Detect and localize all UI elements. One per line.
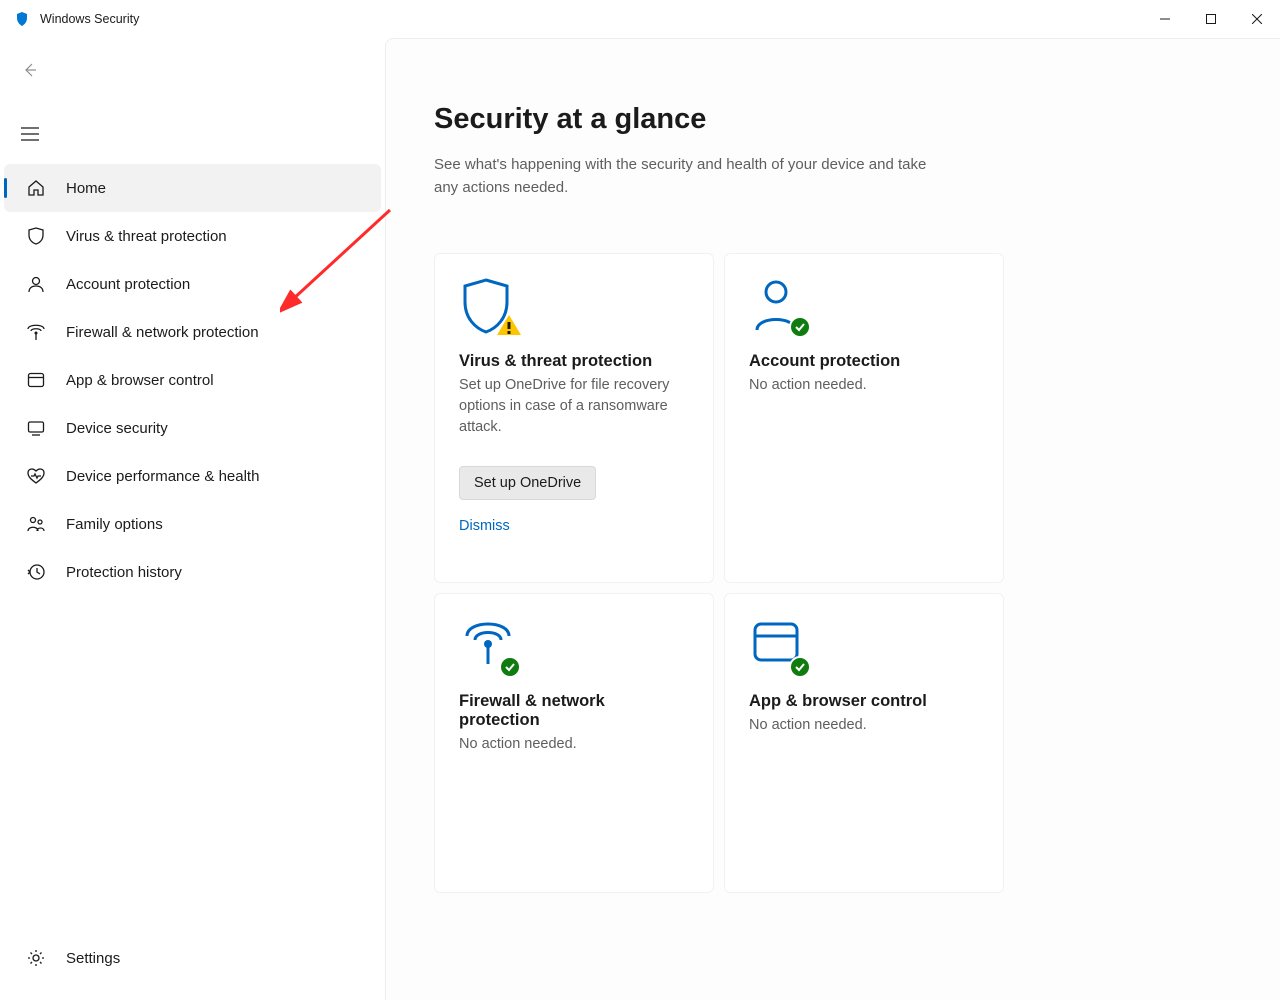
heartbeat-icon — [26, 466, 46, 486]
shield-icon — [26, 226, 46, 246]
sidebar-item-label: Account protection — [66, 276, 190, 293]
sidebar-item-label: Firewall & network protection — [66, 324, 259, 341]
account-icon — [26, 274, 46, 294]
sidebar-item-firewall[interactable]: Firewall & network protection — [4, 308, 381, 356]
titlebar: Windows Security — [0, 0, 1280, 38]
page-subtitle: See what's happening with the security a… — [434, 154, 934, 199]
card-title: Account protection — [749, 352, 979, 371]
back-button[interactable] — [10, 50, 50, 90]
sidebar-item-label: Home — [66, 180, 106, 197]
sidebar-item-label: Settings — [66, 950, 120, 967]
main-content: Security at a glance See what's happenin… — [385, 38, 1280, 1000]
network-icon — [26, 322, 46, 342]
card-account-protection[interactable]: Account protection No action needed. — [724, 253, 1004, 583]
card-firewall[interactable]: Firewall & network protection No action … — [434, 593, 714, 893]
gear-icon — [26, 948, 46, 968]
minimize-button[interactable] — [1142, 0, 1188, 37]
app-shield-icon — [14, 11, 30, 27]
shield-warning-icon — [459, 276, 517, 334]
card-body: No action needed. — [749, 715, 979, 736]
card-title: Firewall & network protection — [459, 692, 689, 730]
page-title: Security at a glance — [434, 103, 1280, 136]
window-title: Windows Security — [40, 12, 139, 26]
card-body: No action needed. — [459, 734, 689, 755]
setup-onedrive-button[interactable]: Set up OneDrive — [459, 466, 596, 500]
card-title: App & browser control — [749, 692, 979, 711]
browser-icon — [26, 370, 46, 390]
device-icon — [26, 418, 46, 438]
sidebar-item-family[interactable]: Family options — [4, 500, 381, 548]
account-ok-icon — [749, 276, 807, 334]
sidebar-item-account[interactable]: Account protection — [4, 260, 381, 308]
home-icon — [26, 178, 46, 198]
sidebar: Home Virus & threat protection Account p… — [0, 38, 385, 1000]
window-controls — [1142, 0, 1280, 37]
sidebar-item-virus[interactable]: Virus & threat protection — [4, 212, 381, 260]
sidebar-item-history[interactable]: Protection history — [4, 548, 381, 596]
sidebar-item-label: Protection history — [66, 564, 182, 581]
card-virus-threat[interactable]: Virus & threat protection Set up OneDriv… — [434, 253, 714, 583]
card-app-browser[interactable]: App & browser control No action needed. — [724, 593, 1004, 893]
sidebar-item-label: Virus & threat protection — [66, 228, 227, 245]
dismiss-link[interactable]: Dismiss — [459, 518, 689, 534]
sidebar-item-settings[interactable]: Settings — [4, 934, 381, 982]
browser-ok-icon — [749, 616, 807, 674]
sidebar-item-apps[interactable]: App & browser control — [4, 356, 381, 404]
card-body: No action needed. — [749, 375, 979, 396]
hamburger-menu-button[interactable] — [10, 114, 50, 154]
family-icon — [26, 514, 46, 534]
maximize-button[interactable] — [1188, 0, 1234, 37]
sidebar-item-label: App & browser control — [66, 372, 214, 389]
sidebar-item-label: Device security — [66, 420, 168, 437]
sidebar-item-label: Device performance & health — [66, 468, 259, 485]
card-title: Virus & threat protection — [459, 352, 689, 371]
sidebar-item-health[interactable]: Device performance & health — [4, 452, 381, 500]
network-ok-icon — [459, 616, 517, 674]
sidebar-item-device[interactable]: Device security — [4, 404, 381, 452]
card-body: Set up OneDrive for file recovery option… — [459, 375, 689, 438]
history-icon — [26, 562, 46, 582]
sidebar-item-home[interactable]: Home — [4, 164, 381, 212]
sidebar-item-label: Family options — [66, 516, 163, 533]
close-button[interactable] — [1234, 0, 1280, 37]
